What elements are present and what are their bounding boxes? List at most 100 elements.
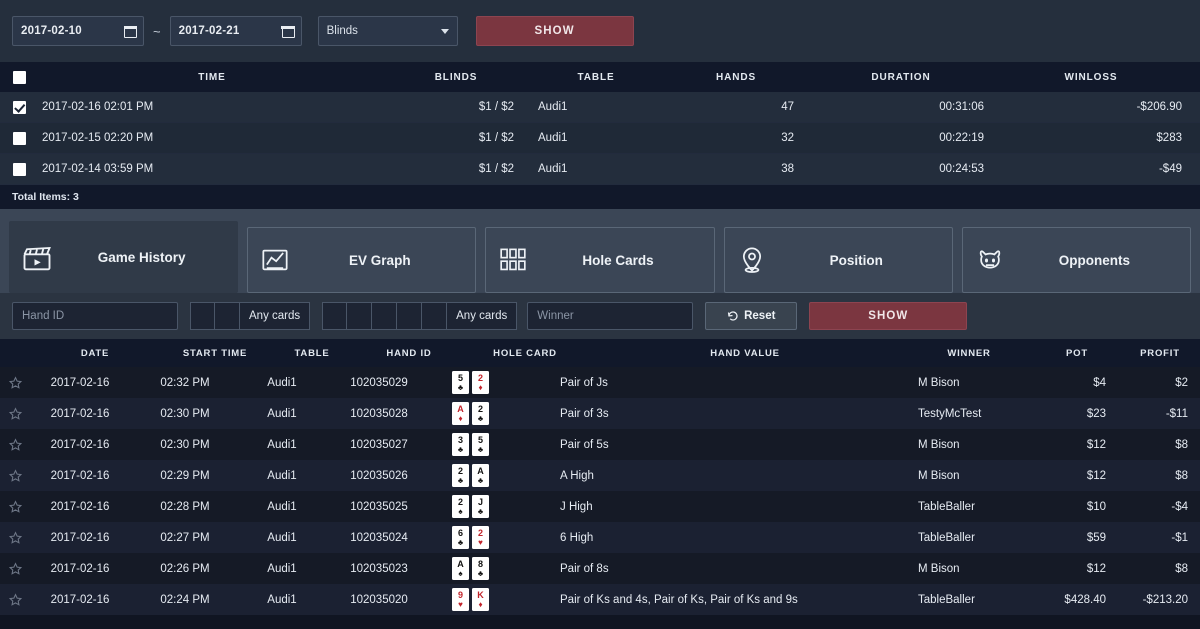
session-select-cell[interactable] (0, 131, 38, 145)
hand-row[interactable]: 2017-02-16 02:30 PM Audi1 102035027 3 ♣ 5 ♣ Pair… (0, 429, 1200, 460)
hand-id: 102035029 (350, 376, 408, 389)
select-all-cell[interactable] (0, 70, 38, 84)
hand-row[interactable]: 2017-02-16 02:30 PM Audi1 102035028 A ♦ 2 ♣ Pair… (0, 398, 1200, 429)
hand-id-placeholder: Hand ID (22, 310, 65, 322)
hole-card-selector: Any cards (190, 302, 311, 330)
hole-card-slot-1[interactable] (190, 302, 215, 330)
hand-row[interactable]: 2017-02-16 02:27 PM Audi1 102035024 6 ♣ 2 ♥ 6 Hi… (0, 522, 1200, 553)
tab-hole-cards[interactable]: Hole Cards (485, 227, 715, 293)
hand-id: 102035023 (350, 562, 408, 575)
hole-card-1: 6 ♣ (452, 526, 469, 549)
hand-value: Pair of Ks and 4s, Pair of Ks, Pair of K… (560, 593, 798, 606)
favorite-star-button[interactable] (0, 438, 30, 451)
tab-ev-graph[interactable]: EV Graph (247, 227, 477, 293)
hand-row[interactable]: 2017-02-16 02:29 PM Audi1 102035026 2 ♣ A ♣ A Hi… (0, 460, 1200, 491)
hand-date: 2017-02-16 (50, 593, 110, 606)
tab-opponents[interactable]: Opponents (961, 227, 1192, 293)
hand-hole-cards: 3 ♣ 5 ♣ (434, 433, 556, 456)
session-winloss: -$49 (1158, 163, 1182, 175)
date-from-field[interactable]: 2017-02-10 (12, 16, 144, 46)
date-to-value: 2017-02-21 (178, 25, 240, 37)
session-duration: 00:24:53 (939, 163, 984, 175)
hand-row[interactable]: 2017-02-16 02:32 PM Audi1 102035029 5 ♣ 2 ♦ Pair… (0, 367, 1200, 398)
hand-id: 102035026 (350, 469, 408, 482)
session-row[interactable]: 2017-02-14 03:59 PM $1 / $2 Audi1 38 00:24:5… (0, 154, 1200, 185)
hand-pot: $23 (1086, 407, 1106, 420)
hand-id: 102035025 (350, 500, 408, 513)
hole-card-1: 2 ♣ (452, 464, 469, 487)
hands-show-button[interactable]: SHOW (809, 302, 968, 330)
any-cards-button-2[interactable]: Any cards (447, 302, 518, 330)
hand-profit: -$213.20 (1142, 593, 1188, 606)
hand-table: Audi1 (267, 531, 297, 544)
board-card-slot-1[interactable] (322, 302, 348, 330)
tab-position[interactable]: Position (723, 227, 953, 293)
tab-label: Game History (97, 250, 186, 265)
any-cards-button-1[interactable]: Any cards (240, 302, 311, 330)
favorite-star-button[interactable] (0, 562, 30, 575)
hand-pot: $12 (1086, 469, 1106, 482)
board-card-slot-2[interactable] (347, 302, 373, 330)
hole-card-2: 2 ♦ (472, 371, 489, 394)
hand-table: Audi1 (267, 500, 297, 513)
hands-table-body: 2017-02-16 02:32 PM Audi1 102035029 5 ♣ 2 ♦ Pair… (0, 367, 1200, 615)
chevron-down-icon (440, 28, 449, 34)
tab-label: EV Graph (349, 252, 411, 268)
board-card-slot-5[interactable] (422, 302, 448, 330)
favorite-star-button[interactable] (0, 376, 30, 389)
reset-label: Reset (744, 310, 776, 322)
sessions-show-button[interactable]: SHOW (475, 16, 634, 46)
board-card-slot-4[interactable] (397, 302, 423, 330)
session-table: Audi1 (538, 132, 568, 144)
session-row[interactable]: 2017-02-15 02:20 PM $1 / $2 Audi1 32 00:22:1… (0, 123, 1200, 154)
session-checkbox[interactable] (12, 162, 26, 176)
hand-row[interactable]: 2017-02-16 02:28 PM Audi1 102035025 2 ♠ J ♣ J Hi… (0, 491, 1200, 522)
blinds-select[interactable]: Blinds (317, 16, 458, 46)
hole-card-2: 8 ♣ (472, 557, 489, 580)
session-blinds: $1 / $2 (478, 163, 514, 175)
reset-button[interactable]: Reset (705, 302, 798, 330)
tab-game-history[interactable]: Game History (9, 221, 239, 293)
favorite-star-button[interactable] (0, 593, 30, 606)
hands-table-header: DATE START TIME TABLE HAND ID HOLE CARD … (0, 339, 1200, 367)
hand-row[interactable]: 2017-02-16 02:26 PM Audi1 102035023 A ♠ 8 ♣ Pair… (0, 553, 1200, 584)
grid-cards-icon (486, 247, 540, 273)
hand-hole-cards: 5 ♣ 2 ♦ (434, 371, 556, 394)
winner-input[interactable]: Winner (527, 302, 694, 330)
session-winloss: $283 (1156, 132, 1182, 144)
select-all-checkbox[interactable] (12, 70, 26, 84)
session-select-cell[interactable] (0, 100, 38, 114)
hand-table: Audi1 (267, 407, 297, 420)
hand-winner: M Bison (918, 469, 960, 482)
session-blinds: $1 / $2 (478, 101, 514, 113)
session-time: 2017-02-16 02:01 PM (42, 101, 154, 113)
session-checkbox[interactable] (12, 131, 26, 145)
date-to-field[interactable]: 2017-02-21 (169, 16, 302, 46)
favorite-star-button[interactable] (0, 531, 30, 544)
favorite-star-button[interactable] (0, 500, 30, 513)
hand-table: Audi1 (267, 376, 297, 389)
hole-card-2: K ♦ (472, 588, 489, 611)
hand-winner: M Bison (918, 438, 960, 451)
session-row[interactable]: 2017-02-16 02:01 PM $1 / $2 Audi1 47 00:31:0… (0, 92, 1200, 123)
hole-card-1: 3 ♣ (452, 433, 469, 456)
line-chart-icon (248, 246, 302, 274)
hole-card-slot-2[interactable] (215, 302, 240, 330)
board-card-slot-3[interactable] (372, 302, 398, 330)
session-checkbox[interactable] (12, 100, 26, 114)
opponent-face-icon (963, 246, 1017, 274)
hand-winner: TableBaller (918, 593, 975, 606)
hand-row[interactable]: 2017-02-16 02:24 PM Audi1 102035020 9 ♥ K ♦ Pair… (0, 584, 1200, 615)
hand-pot: $4 (1093, 376, 1106, 389)
hand-pot: $12 (1086, 438, 1106, 451)
hand-date: 2017-02-16 (50, 407, 110, 420)
session-select-cell[interactable] (0, 162, 38, 176)
session-duration: 00:31:06 (939, 101, 984, 113)
hand-pot: $428.40 (1064, 593, 1106, 606)
clapperboard-icon (10, 243, 64, 273)
favorite-star-button[interactable] (0, 469, 30, 482)
session-time: 2017-02-14 03:59 PM (42, 163, 154, 175)
hand-hole-cards: A ♠ 8 ♣ (434, 557, 556, 580)
hand-id-input[interactable]: Hand ID (12, 302, 178, 330)
favorite-star-button[interactable] (0, 407, 30, 420)
